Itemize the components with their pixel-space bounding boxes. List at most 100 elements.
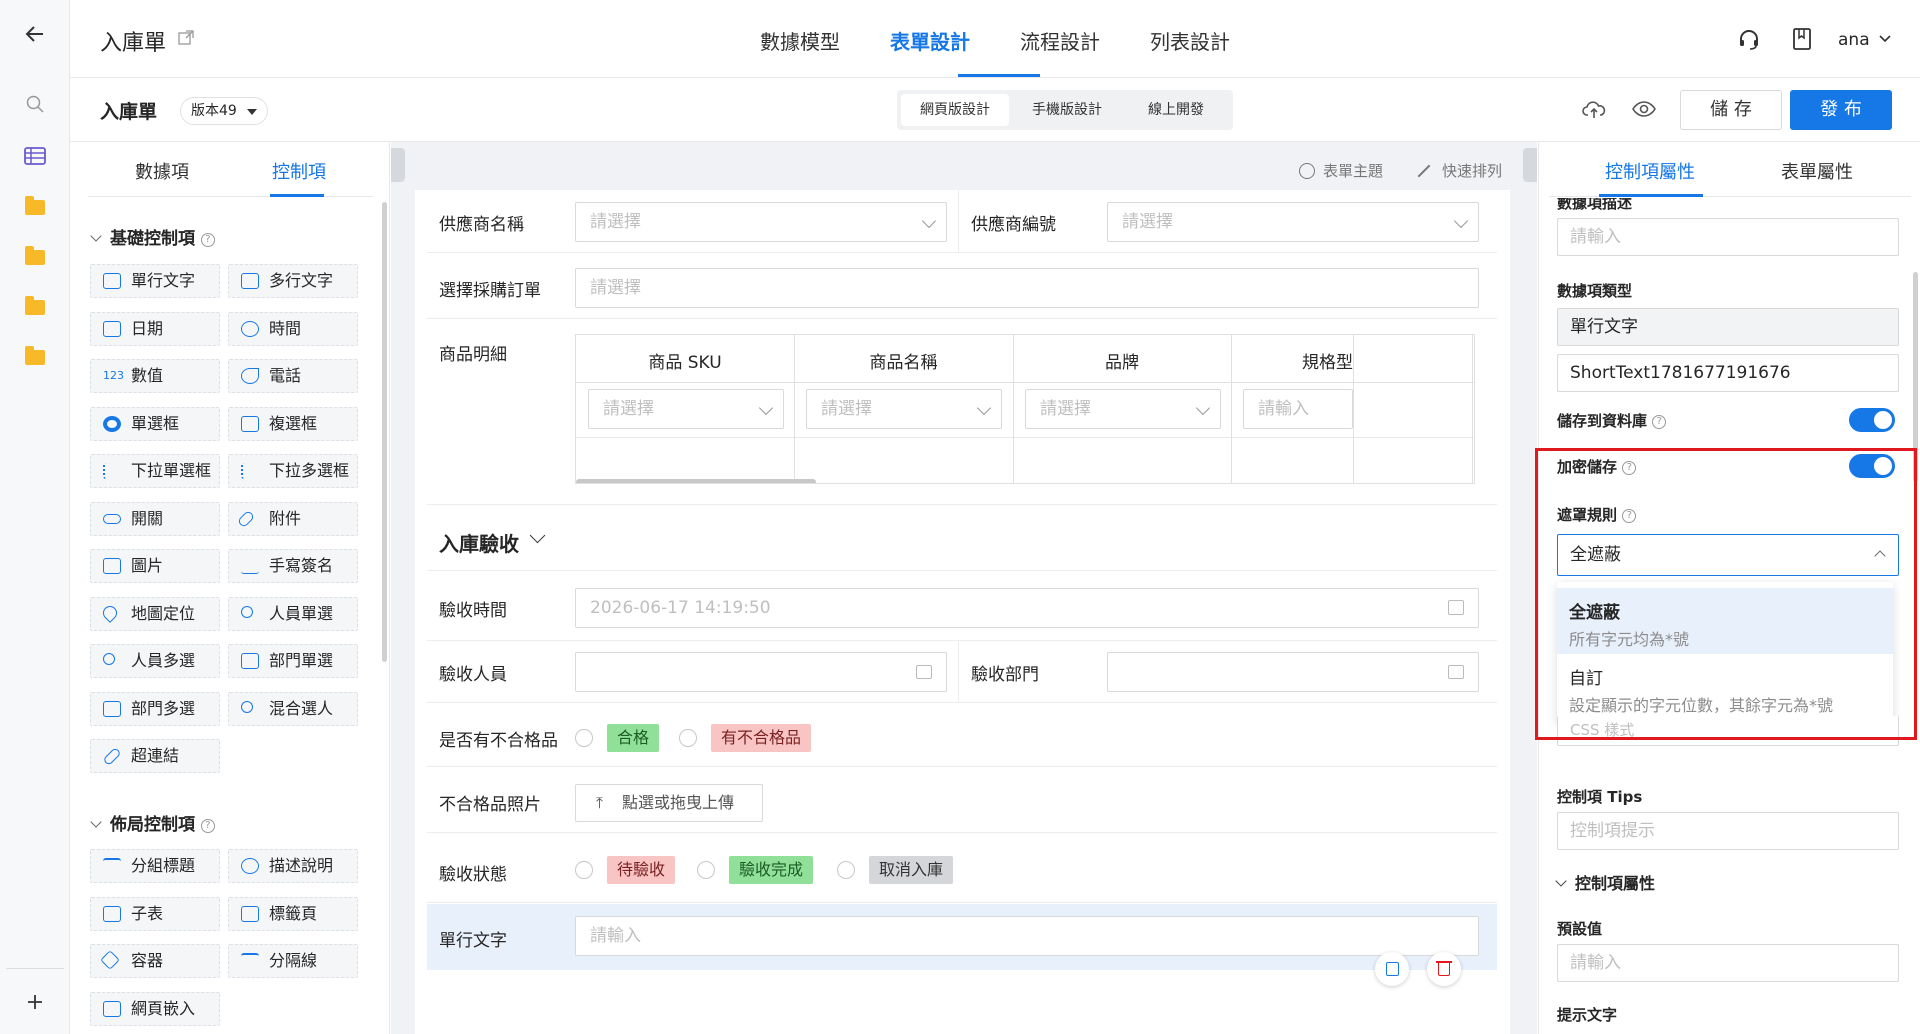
control-item[interactable]: 人員單選 [228,597,358,631]
spec-input[interactable]: 請輸入 [1243,389,1353,429]
folder-icon[interactable] [21,293,49,321]
preview-eye-icon[interactable] [1632,99,1656,124]
control-item[interactable]: 123 數值 [90,359,220,393]
control-item[interactable]: 超連結 [90,739,220,773]
supplier-code-select[interactable]: 請選擇 [1107,202,1479,242]
collapse-left-handle[interactable] [391,148,405,182]
control-item[interactable]: 時間 [228,312,358,346]
option-defect-tag[interactable]: 有不合格品 [711,724,812,752]
option-pass-tag[interactable]: 合格 [607,724,660,752]
control-item[interactable]: 子表 [90,897,220,931]
search-icon[interactable] [21,90,49,118]
add-icon[interactable] [21,988,49,1016]
control-item[interactable]: 地圖定位 [90,597,220,631]
publish-button[interactable]: 發 布 [1790,90,1892,130]
basic-controls-section[interactable]: 基礎控制項 ? [90,224,215,249]
radio-defect[interactable] [679,729,697,747]
radio-pass[interactable] [575,729,593,747]
control-item[interactable]: 部門多選 [90,692,220,726]
help-icon[interactable]: ? [1652,415,1667,429]
table-scrollbar[interactable] [576,479,816,483]
mode-online-dev[interactable]: 線上開發 [1123,94,1229,126]
purchase-order-select[interactable]: 請選擇 [575,268,1479,308]
control-item[interactable]: 手寫簽名 [228,549,358,583]
copy-field-button[interactable] [1375,952,1409,986]
control-item[interactable]: 網頁嵌入 [90,992,220,1026]
product-name-select[interactable]: 請選擇 [806,389,1002,429]
tips-input[interactable]: 控制項提示 [1557,812,1899,850]
status-complete-tag[interactable]: 驗收完成 [729,856,814,884]
control-item[interactable]: 標籤頁 [228,897,358,931]
radio-complete[interactable] [697,861,715,879]
form-list-icon[interactable] [21,142,49,170]
supplier-name-select[interactable]: 請選擇 [575,202,947,242]
radio-pending[interactable] [575,861,593,879]
upload-button[interactable]: ⤒ 點選或拖曳上傳 [575,784,763,822]
collapse-right-handle[interactable] [1523,148,1537,182]
inspect-time-input[interactable]: 2026-06-17 14:19:50 [575,588,1479,628]
props-section-title[interactable]: 控制項屬性 [1555,870,1655,894]
theme-button[interactable]: 表單主題 [1299,160,1383,181]
inspector-select[interactable] [575,652,947,692]
headset-icon[interactable] [1738,28,1760,55]
data-desc-input[interactable]: 請輸入 [1557,218,1899,256]
radio-cancel[interactable] [837,861,855,879]
tab-data-model[interactable]: 數據模型 [760,26,840,55]
tab-form-props[interactable]: 表單屬性 [1781,158,1853,184]
tab-controls[interactable]: 控制項 [272,158,326,184]
cloud-upload-icon[interactable] [1582,98,1606,125]
control-item[interactable]: 圖片 [90,549,220,583]
selected-field-row[interactable]: 單行文字 請輸入 [427,904,1497,970]
control-item[interactable]: 多行文字 [228,264,358,298]
control-item[interactable]: 複選框 [228,407,358,441]
control-item[interactable]: 部門單選 [228,644,358,678]
delete-field-button[interactable] [1427,952,1461,986]
book-icon[interactable] [1792,28,1812,55]
folder-icon[interactable] [21,193,49,221]
control-item[interactable]: 開關 [90,502,220,536]
status-pending-tag[interactable]: 待驗收 [607,856,676,884]
chevron-down-icon[interactable] [529,527,546,544]
tab-control-props[interactable]: 控制項屬性 [1605,158,1695,184]
folder-icon[interactable] [21,243,49,271]
tab-flow-design[interactable]: 流程設計 [1020,26,1100,55]
control-item[interactable]: 描述說明 [228,849,358,883]
field-id-input[interactable]: ShortText1781677191676 [1557,354,1899,392]
mode-web[interactable]: 網頁版設計 [901,94,1009,126]
status-cancel-tag[interactable]: 取消入庫 [869,856,954,884]
control-item[interactable]: 電話 [228,359,358,393]
control-item[interactable]: 人員多選 [90,644,220,678]
save-button[interactable]: 儲 存 [1680,90,1782,130]
control-item[interactable]: 日期 [90,312,220,346]
user-name[interactable]: ana [1838,30,1870,50]
dept-select[interactable] [1107,652,1479,692]
control-item[interactable]: 分組標題 [90,849,220,883]
scrollbar[interactable] [382,202,387,662]
help-icon[interactable]: ? [200,819,215,833]
control-item[interactable]: 單行文字 [90,264,220,298]
section-title[interactable]: 入庫驗收 [439,528,519,557]
sku-select[interactable]: 請選擇 [588,389,784,429]
external-link-icon[interactable] [178,30,194,51]
tab-form-design[interactable]: 表單設計 [890,26,970,55]
help-icon[interactable]: ? [200,233,215,247]
save-db-toggle[interactable] [1849,408,1895,432]
chevron-down-icon[interactable] [1878,30,1892,50]
mode-mobile[interactable]: 手機版設計 [1013,94,1121,126]
tab-data-items[interactable]: 數據項 [135,158,189,184]
default-value-input[interactable]: 請輸入 [1557,944,1899,982]
back-arrow-icon[interactable] [21,20,49,48]
control-item[interactable]: 下拉單選框 [90,454,220,488]
version-select[interactable]: 版本49 [180,97,268,125]
control-item[interactable]: 分隔線 [228,944,358,978]
control-item[interactable]: 附件 [228,502,358,536]
control-item[interactable]: 容器 [90,944,220,978]
folder-icon[interactable] [21,343,49,371]
layout-controls-section[interactable]: 佈局控制項 ? [90,810,215,835]
single-text-input[interactable]: 請輸入 [575,916,1479,956]
control-item[interactable]: 混合選人 [228,692,358,726]
control-item[interactable]: 下拉多選框 [228,454,358,488]
brand-select[interactable]: 請選擇 [1025,389,1221,429]
control-item[interactable]: 單選框 [90,407,220,441]
quick-arrange-button[interactable]: 快速排列 [1416,160,1502,181]
